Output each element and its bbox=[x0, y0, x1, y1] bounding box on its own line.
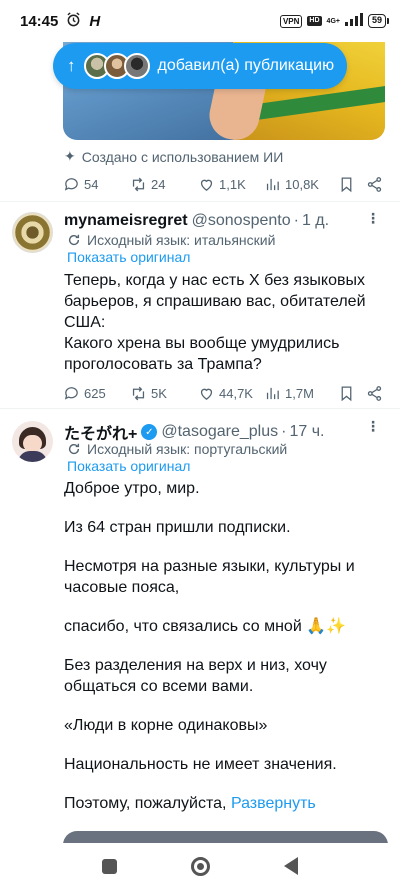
status-bar: 14:45 H VPN HD 4G+ 59 bbox=[0, 0, 400, 42]
sparkle-icon: ✦ bbox=[64, 148, 76, 164]
views-button[interactable]: 1,7M bbox=[264, 385, 338, 402]
divider bbox=[0, 408, 400, 409]
avatar[interactable] bbox=[12, 421, 53, 462]
views-icon bbox=[266, 387, 279, 400]
alarm-icon bbox=[66, 11, 81, 31]
divider bbox=[0, 201, 400, 202]
author-handle[interactable]: @sonospento bbox=[192, 212, 291, 230]
post-time[interactable]: 1 д. bbox=[302, 212, 329, 230]
reply-count: 54 bbox=[84, 177, 99, 192]
reply-button[interactable]: 625 bbox=[63, 385, 130, 402]
share-icon bbox=[367, 386, 382, 401]
hd-icon: HD bbox=[307, 16, 322, 26]
view-count: 1,7M bbox=[285, 386, 314, 401]
arrow-up-icon: ↑ bbox=[67, 56, 76, 75]
system-nav-bar bbox=[0, 843, 400, 889]
post-text: Доброе утро, мир. Из 64 стран пришли под… bbox=[64, 480, 355, 812]
translate-icon bbox=[68, 234, 80, 246]
network-type: 4G+ bbox=[326, 17, 340, 25]
repost-button[interactable]: 5K bbox=[130, 385, 198, 402]
repost-icon bbox=[132, 386, 145, 401]
author-handle[interactable]: @tasogare_plus bbox=[161, 423, 278, 441]
repost-icon bbox=[132, 177, 145, 192]
reply-count: 625 bbox=[84, 386, 106, 401]
recents-button[interactable] bbox=[102, 858, 117, 874]
translation-note: Исходный язык: итальянский bbox=[67, 232, 275, 248]
expand-link[interactable]: Развернуть bbox=[231, 795, 316, 812]
more-options-icon[interactable]: ⋮ bbox=[366, 211, 380, 225]
translation-note: Исходный язык: португальский bbox=[67, 441, 287, 457]
avatar bbox=[123, 53, 150, 79]
bookmark-button[interactable] bbox=[338, 385, 366, 402]
verified-badge-icon: ✓ bbox=[141, 424, 158, 440]
ai-generated-note: ✦ Создано с использованием ИИ bbox=[64, 148, 283, 165]
reply-icon bbox=[64, 178, 78, 191]
like-count: 44,7K bbox=[219, 386, 253, 401]
bookmark-icon bbox=[341, 177, 352, 193]
post-text: Теперь, когда у нас есть X без языковых … bbox=[64, 272, 366, 373]
new-posts-pill[interactable]: ↑ добавил(а) публикацию bbox=[53, 43, 347, 89]
translate-icon bbox=[68, 443, 80, 455]
share-button[interactable] bbox=[366, 385, 384, 402]
vpn-icon: VPN bbox=[279, 14, 303, 28]
author-name[interactable]: mynameisregret bbox=[64, 212, 188, 230]
reply-button[interactable]: 54 bbox=[63, 176, 130, 193]
like-count: 1,1K bbox=[219, 177, 246, 192]
view-count: 10,8K bbox=[285, 177, 319, 192]
app-notification-icon: H bbox=[89, 12, 101, 30]
share-icon bbox=[367, 177, 382, 192]
share-button[interactable] bbox=[366, 176, 384, 193]
signal-icon bbox=[344, 12, 363, 30]
show-original-link[interactable]: Показать оригинал bbox=[67, 249, 190, 265]
views-icon bbox=[266, 178, 279, 191]
repost-count: 5K bbox=[151, 386, 167, 401]
translation-source: Исходный язык: португальский bbox=[87, 441, 288, 457]
ai-note-text: Создано с использованием ИИ bbox=[81, 148, 284, 165]
heart-icon bbox=[200, 388, 213, 400]
pill-avatars bbox=[83, 53, 150, 79]
avatar[interactable] bbox=[12, 212, 53, 253]
repost-button[interactable]: 24 bbox=[130, 176, 198, 193]
post-time[interactable]: 17 ч. bbox=[289, 423, 324, 441]
views-button[interactable]: 10,8K bbox=[264, 176, 338, 193]
translation-source: Исходный язык: итальянский bbox=[87, 232, 276, 248]
post-actions: 54 24 1,1K 10,8K bbox=[63, 176, 385, 193]
like-button[interactable]: 1,1K bbox=[198, 176, 264, 193]
show-original-link[interactable]: Показать оригинал bbox=[67, 458, 190, 474]
reply-icon bbox=[64, 387, 78, 400]
post-header: mynameisregret @sonospento · 1 д. bbox=[64, 212, 330, 230]
bookmark-icon bbox=[341, 386, 352, 402]
pill-label: добавил(а) публикацию bbox=[157, 57, 335, 74]
battery-icon: 59 bbox=[367, 14, 390, 28]
more-options-icon[interactable]: ⋮ bbox=[366, 419, 380, 433]
post-actions: 625 5K 44,7K 1,7M bbox=[63, 385, 385, 402]
heart-icon bbox=[200, 179, 213, 191]
like-button[interactable]: 44,7K bbox=[198, 385, 264, 402]
status-time: 14:45 bbox=[20, 12, 59, 30]
repost-count: 24 bbox=[151, 177, 166, 192]
back-button[interactable] bbox=[284, 857, 298, 875]
home-button[interactable] bbox=[191, 856, 210, 876]
bookmark-button[interactable] bbox=[338, 176, 366, 193]
